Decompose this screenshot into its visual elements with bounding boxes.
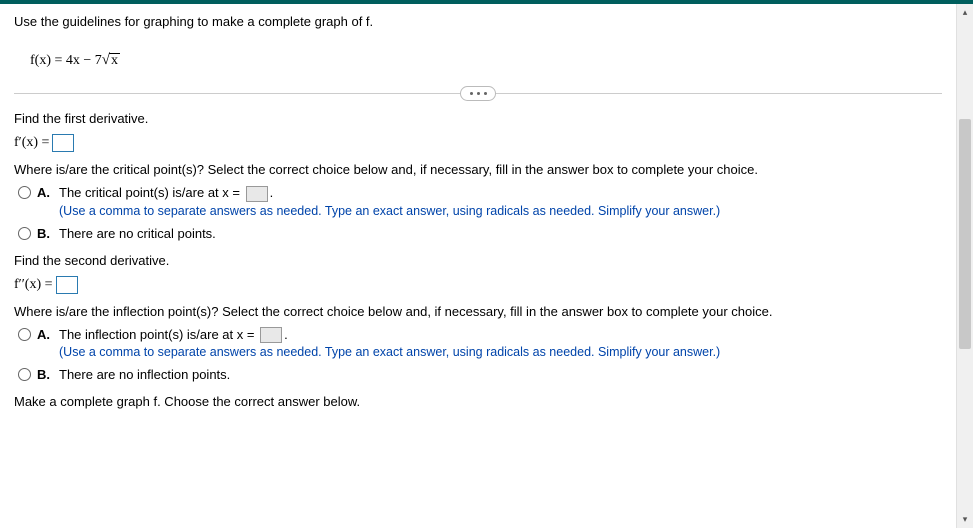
graph-prompt: Make a complete graph f. Choose the corr…	[14, 394, 942, 409]
choice-label-b2: B.	[37, 367, 53, 382]
critical-a-text-pre: The critical point(s) is/are at x =	[59, 185, 240, 200]
inflection-a-content: The inflection point(s) is/are at x = . …	[59, 327, 942, 360]
radio-critical-b[interactable]	[18, 227, 31, 240]
radio-critical-a[interactable]	[18, 186, 31, 199]
first-derivative-input[interactable]	[52, 134, 74, 152]
scroll-down-button[interactable]: ▾	[957, 511, 973, 528]
inflection-points-question: Where is/are the inflection point(s)? Se…	[14, 304, 942, 319]
content-wrapper: Use the guidelines for graphing to make …	[0, 4, 973, 528]
function-equation: f(x) = 4x − 7√x	[14, 43, 942, 83]
critical-choice-b: B. There are no critical points.	[18, 226, 942, 241]
question-instruction: Use the guidelines for graphing to make …	[14, 14, 942, 43]
inflection-a-hint: (Use a comma to separate answers as need…	[59, 345, 942, 359]
choice-label-a: A.	[37, 185, 53, 200]
dot-icon	[470, 92, 473, 95]
scroll-up-button[interactable]: ▴	[957, 4, 973, 21]
sqrt-argument: x	[109, 53, 120, 68]
sqrt-expression: √x	[102, 53, 120, 68]
inflection-b-text: There are no inflection points.	[59, 367, 942, 382]
vertical-scrollbar[interactable]: ▴ ▾	[956, 4, 973, 528]
radio-inflection-b[interactable]	[18, 368, 31, 381]
expand-button[interactable]	[460, 86, 496, 101]
inflection-value-input[interactable]	[260, 327, 282, 343]
scroll-track[interactable]	[957, 21, 973, 511]
choice-label-b: B.	[37, 226, 53, 241]
second-deriv-lhs: f′′(x) =	[14, 277, 53, 293]
critical-a-text-post: .	[270, 185, 274, 200]
main-panel: Use the guidelines for graphing to make …	[0, 4, 956, 528]
inflection-a-text-pre: The inflection point(s) is/are at x =	[59, 327, 254, 342]
second-derivative-formula: f′′(x) =	[14, 276, 942, 294]
critical-points-question: Where is/are the critical point(s)? Sele…	[14, 162, 942, 177]
equation-lhs: f(x) = 4x − 7	[30, 53, 102, 68]
first-derivative-prompt: Find the first derivative.	[14, 111, 942, 126]
second-derivative-input[interactable]	[56, 276, 78, 294]
choice-label-a2: A.	[37, 327, 53, 342]
second-derivative-prompt: Find the second derivative.	[14, 253, 942, 268]
first-deriv-lhs: f′(x) =	[14, 135, 49, 151]
inflection-choice-a: A. The inflection point(s) is/are at x =…	[18, 327, 942, 360]
choice-a-content: The critical point(s) is/are at x = . (U…	[59, 185, 942, 218]
section-divider	[14, 83, 942, 103]
critical-value-input[interactable]	[246, 186, 268, 202]
scroll-thumb[interactable]	[959, 119, 971, 349]
first-derivative-formula: f′(x) =	[14, 134, 942, 152]
critical-b-text: There are no critical points.	[59, 226, 942, 241]
critical-a-hint: (Use a comma to separate answers as need…	[59, 204, 942, 218]
dot-icon	[477, 92, 480, 95]
scrollable-content: Find the first derivative. f′(x) = Where…	[14, 111, 942, 409]
radio-inflection-a[interactable]	[18, 328, 31, 341]
critical-choice-a: A. The critical point(s) is/are at x = .…	[18, 185, 942, 218]
inflection-a-text-post: .	[284, 327, 288, 342]
inflection-choice-b: B. There are no inflection points.	[18, 367, 942, 382]
dot-icon	[484, 92, 487, 95]
